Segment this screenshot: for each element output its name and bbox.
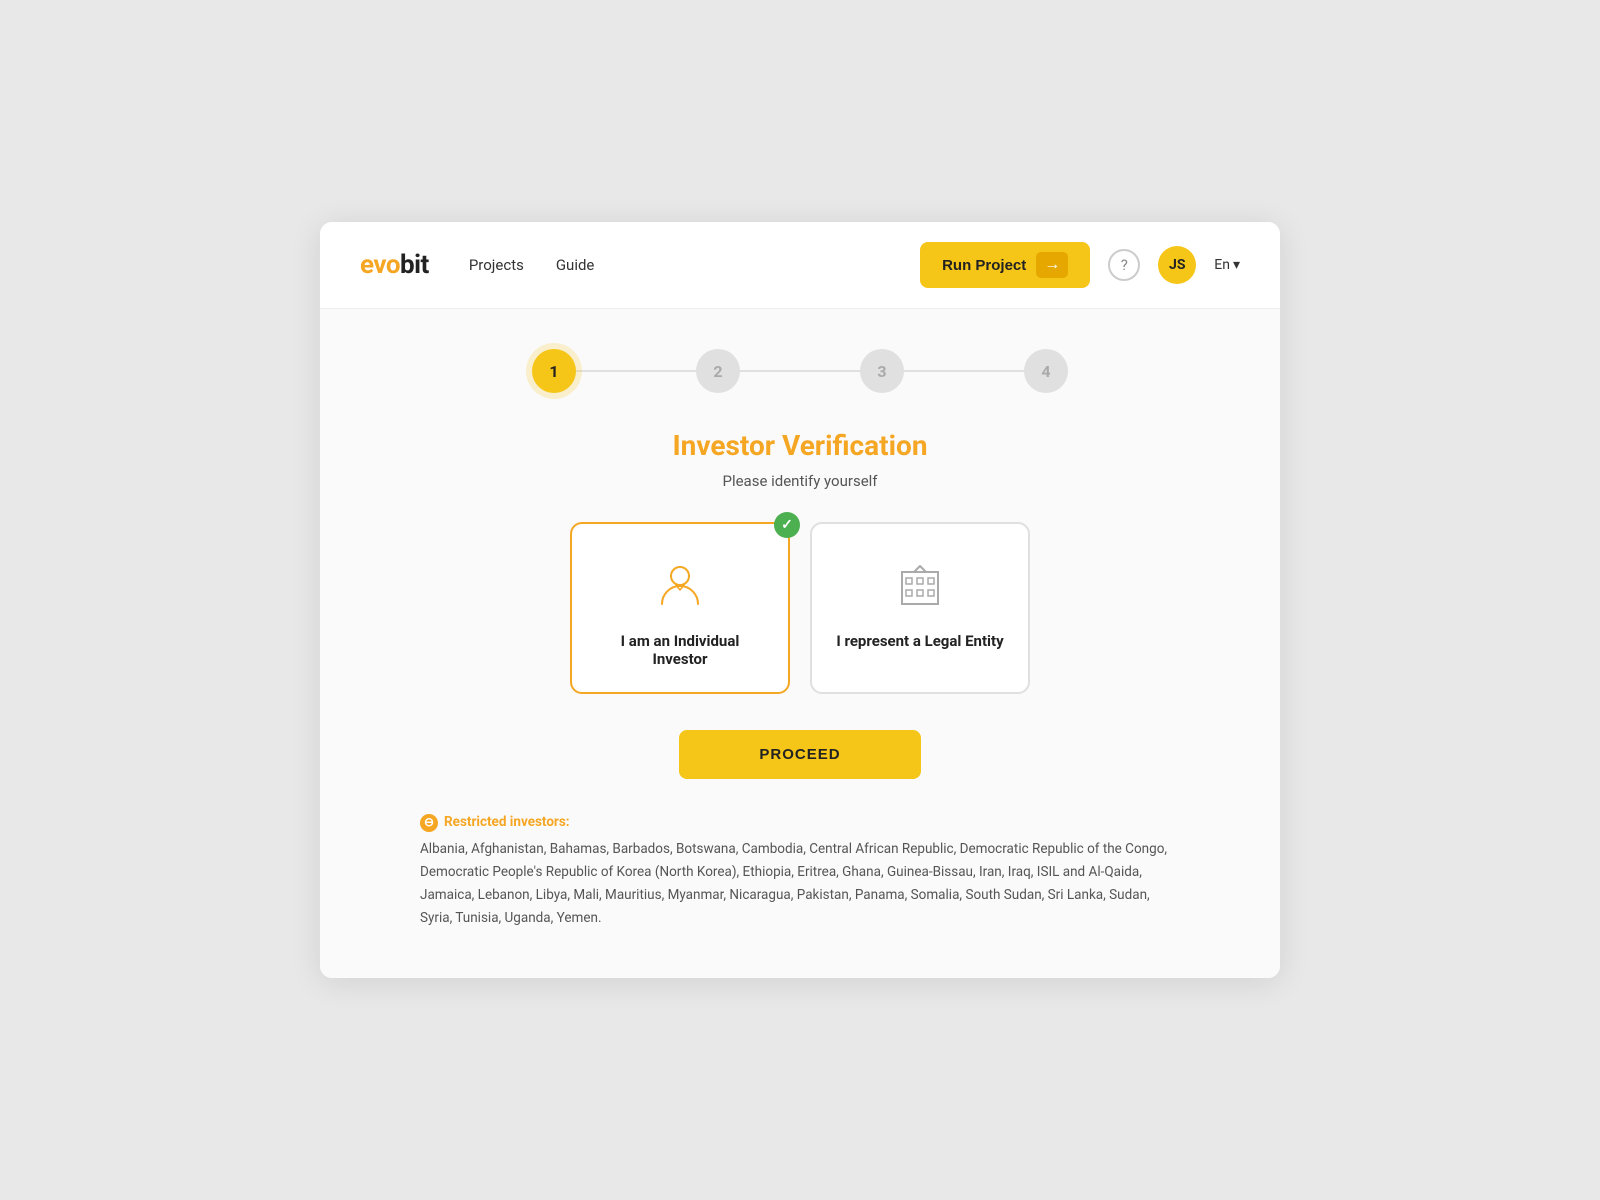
step-4-label: 4 bbox=[1041, 362, 1050, 381]
step-line-3-4 bbox=[904, 370, 1024, 372]
logo-evo: evo bbox=[360, 250, 400, 280]
step-3[interactable]: 3 bbox=[860, 349, 904, 393]
individual-investor-card[interactable]: ✓ I am an Individual Investor bbox=[570, 522, 790, 694]
step-3-label: 3 bbox=[877, 362, 886, 381]
step-2-label: 2 bbox=[713, 362, 722, 381]
step-wrapper-3: 3 bbox=[860, 349, 904, 393]
page-title: Investor Verification bbox=[360, 429, 1240, 462]
navigation: Projects Guide bbox=[469, 256, 920, 274]
language-selector[interactable]: En ▾ bbox=[1214, 257, 1240, 273]
avatar[interactable]: JS bbox=[1158, 246, 1196, 284]
page-subtitle: Please identify yourself bbox=[360, 472, 1240, 490]
chevron-down-icon: ▾ bbox=[1233, 257, 1240, 273]
restricted-title-label: Restricted investors: bbox=[444, 811, 570, 834]
help-icon[interactable]: ? bbox=[1108, 249, 1140, 281]
run-project-button[interactable]: Run Project → bbox=[920, 242, 1090, 288]
selected-check-badge: ✓ bbox=[774, 512, 800, 538]
step-wrapper-1: 1 bbox=[532, 349, 576, 393]
step-wrapper-4: 4 bbox=[1024, 349, 1068, 393]
step-wrapper-2: 2 bbox=[696, 349, 740, 393]
header: evobit Projects Guide Run Project → ? JS… bbox=[320, 222, 1280, 309]
header-actions: Run Project → ? JS En ▾ bbox=[920, 242, 1240, 288]
content-area: 1 2 3 4 Investo bbox=[320, 309, 1280, 978]
run-project-arrow-icon: → bbox=[1036, 252, 1068, 278]
proceed-button[interactable]: PROCEED bbox=[679, 730, 920, 779]
legal-entity-card[interactable]: I represent a Legal Entity bbox=[810, 522, 1030, 694]
step-4[interactable]: 4 bbox=[1024, 349, 1068, 393]
legal-entity-label: I represent a Legal Entity bbox=[836, 632, 1003, 650]
app-window: evobit Projects Guide Run Project → ? JS… bbox=[320, 222, 1280, 978]
main-content: Investor Verification Please identify yo… bbox=[360, 429, 1240, 930]
individual-investor-icon bbox=[650, 556, 710, 616]
lang-label: En bbox=[1214, 257, 1230, 273]
step-line-2-3 bbox=[740, 370, 860, 372]
run-project-label: Run Project bbox=[942, 257, 1026, 274]
legal-entity-icon bbox=[890, 556, 950, 616]
restricted-warning-icon: ⊖ bbox=[420, 814, 438, 832]
nav-projects[interactable]: Projects bbox=[469, 256, 524, 274]
step-line-1-2 bbox=[576, 370, 696, 372]
step-1-label: 1 bbox=[549, 362, 558, 381]
logo-bit: bit bbox=[400, 250, 429, 280]
restricted-investors-section: ⊖ Restricted investors: Albania, Afghani… bbox=[420, 811, 1180, 930]
step-2[interactable]: 2 bbox=[696, 349, 740, 393]
individual-investor-label: I am an Individual Investor bbox=[592, 632, 768, 668]
step-1[interactable]: 1 bbox=[532, 349, 576, 393]
proceed-button-wrapper: PROCEED bbox=[360, 730, 1240, 811]
restricted-countries-text: Albania, Afghanistan, Bahamas, Barbados,… bbox=[420, 841, 1167, 926]
nav-guide[interactable]: Guide bbox=[556, 256, 595, 274]
choice-cards: ✓ I am an Individual Investor bbox=[360, 522, 1240, 694]
logo: evobit bbox=[360, 250, 429, 280]
restricted-title: ⊖ Restricted investors: bbox=[420, 811, 1180, 834]
steps-progress: 1 2 3 4 bbox=[360, 349, 1240, 393]
